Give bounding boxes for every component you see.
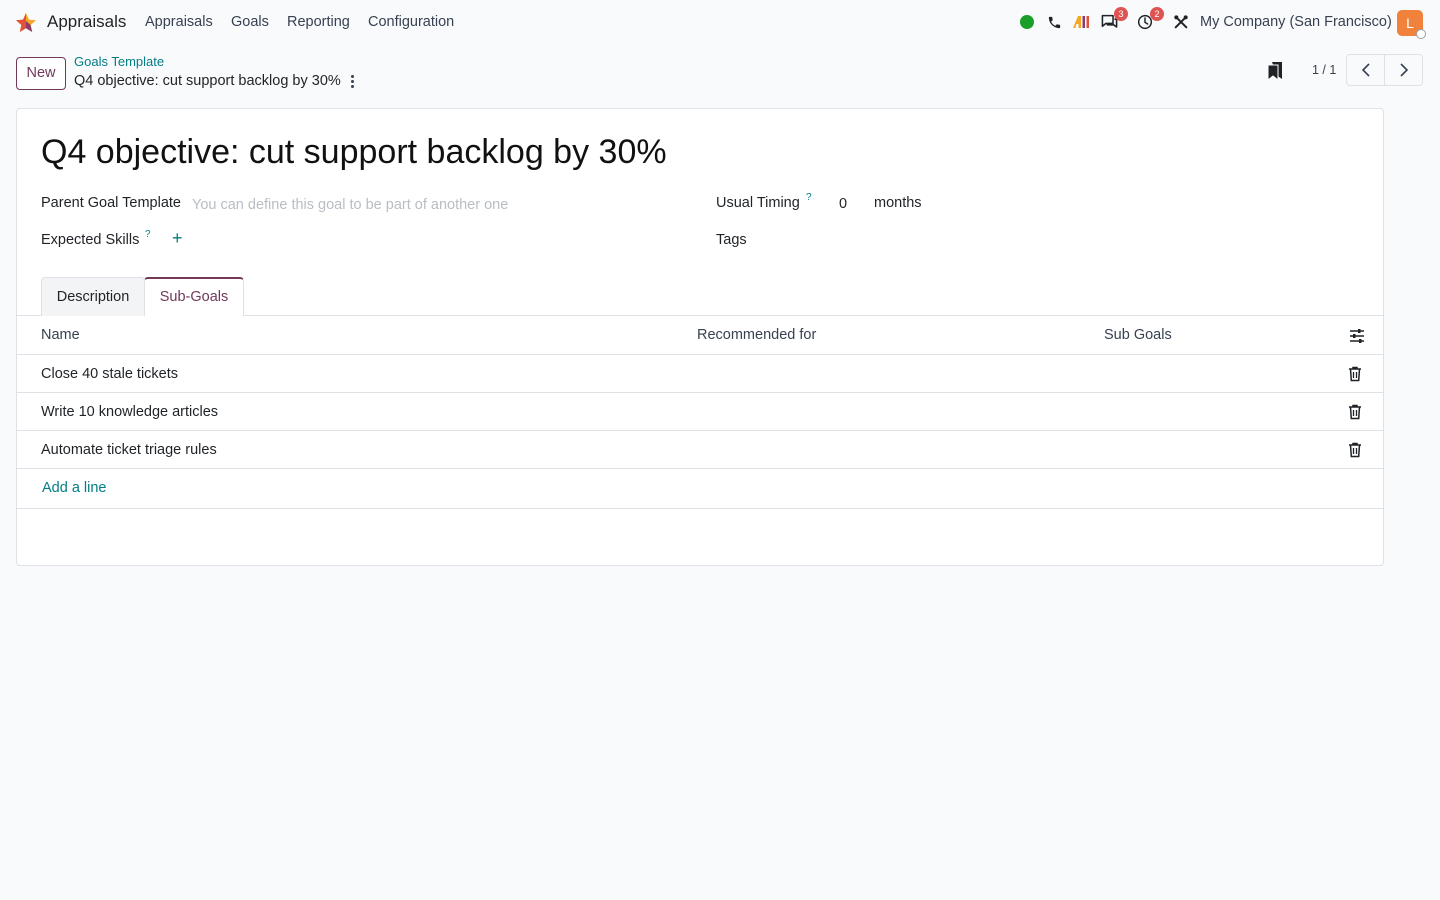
company-switcher[interactable]: My Company (San Francisco) <box>1200 14 1392 30</box>
parent-goal-template-label: Parent Goal Template <box>41 195 181 211</box>
chevron-left-icon <box>1361 63 1370 77</box>
pager-next-button[interactable] <box>1384 54 1423 86</box>
new-button[interactable]: New <box>16 57 66 90</box>
trash-icon[interactable] <box>1348 404 1362 420</box>
breadcrumb-goals-template[interactable]: Goals Template <box>74 54 164 69</box>
tab-sub-goals[interactable]: Sub-Goals <box>144 277 244 317</box>
table-row[interactable]: Close 40 stale tickets <box>17 355 1383 393</box>
tags-label: Tags <box>716 232 747 248</box>
column-header-name[interactable]: Name <box>41 327 80 343</box>
parent-goal-template-input[interactable] <box>192 195 672 215</box>
trash-icon[interactable] <box>1348 442 1362 458</box>
optional-columns-settings-icon[interactable] <box>1349 328 1365 344</box>
usual-timing-unit: months <box>874 195 922 211</box>
usual-timing-input[interactable]: 0 <box>839 196 847 212</box>
messages-badge: 3 <box>1114 7 1128 21</box>
add-a-line-link[interactable]: Add a line <box>42 480 107 496</box>
form-sheet: Q4 objective: cut support backlog by 30%… <box>16 108 1384 566</box>
breadcrumb-current-record: Q4 objective: cut support backlog by 30% <box>74 73 341 89</box>
phone-icon[interactable] <box>1044 12 1064 32</box>
column-header-sub-goals[interactable]: Sub Goals <box>1104 327 1172 343</box>
avatar-initial: L <box>1406 15 1414 31</box>
activities-badge: 2 <box>1150 7 1164 21</box>
row-name[interactable]: Automate ticket triage rules <box>41 442 217 458</box>
usual-timing-help-icon[interactable]: ? <box>806 192 812 203</box>
form-tabs: Description Sub-Goals <box>17 277 1383 317</box>
top-navbar: Appraisals Appraisals Goals Reporting Co… <box>0 0 1440 46</box>
expected-skills-label: Expected Skills <box>41 232 140 248</box>
tab-description[interactable]: Description <box>41 277 145 316</box>
goal-title[interactable]: Q4 objective: cut support backlog by 30% <box>41 133 667 172</box>
menu-appraisals[interactable]: Appraisals <box>145 14 213 30</box>
row-name[interactable]: Write 10 knowledge articles <box>41 404 218 420</box>
menu-configuration[interactable]: Configuration <box>368 14 454 30</box>
subgoals-list-header: Name Recommended for Sub Goals <box>17 316 1383 355</box>
actions-menu-icon[interactable] <box>344 72 360 90</box>
pager-value[interactable]: 1 / 1 <box>1312 63 1336 77</box>
table-row[interactable]: Write 10 knowledge articles <box>17 393 1383 431</box>
trash-icon[interactable] <box>1348 366 1362 382</box>
table-row[interactable]: Automate ticket triage rules <box>17 431 1383 469</box>
column-header-recommended-for[interactable]: Recommended for <box>697 327 816 343</box>
user-avatar[interactable]: L <box>1397 10 1426 39</box>
debug-tools-icon[interactable] <box>1171 12 1191 32</box>
user-status-indicator <box>1416 29 1426 39</box>
usual-timing-label: Usual Timing <box>716 195 800 211</box>
list-bottom-divider <box>17 508 1383 509</box>
menu-goals[interactable]: Goals <box>231 14 269 30</box>
expected-skills-help-icon[interactable]: ? <box>145 229 151 240</box>
app-name[interactable]: Appraisals <box>47 12 126 32</box>
menu-reporting[interactable]: Reporting <box>287 14 350 30</box>
appraisals-app-icon[interactable] <box>14 11 38 35</box>
ai-icon[interactable] <box>1071 12 1091 32</box>
messages-icon[interactable]: 3 <box>1099 7 1128 32</box>
pager-previous-button[interactable] <box>1346 54 1385 86</box>
row-name[interactable]: Close 40 stale tickets <box>41 366 178 382</box>
chevron-right-icon <box>1399 63 1408 77</box>
activities-clock-icon[interactable]: 2 <box>1135 7 1164 32</box>
bookmark-icon[interactable] <box>1266 61 1284 81</box>
add-skill-button[interactable]: + <box>172 229 183 247</box>
presence-status-icon[interactable] <box>1017 12 1037 32</box>
